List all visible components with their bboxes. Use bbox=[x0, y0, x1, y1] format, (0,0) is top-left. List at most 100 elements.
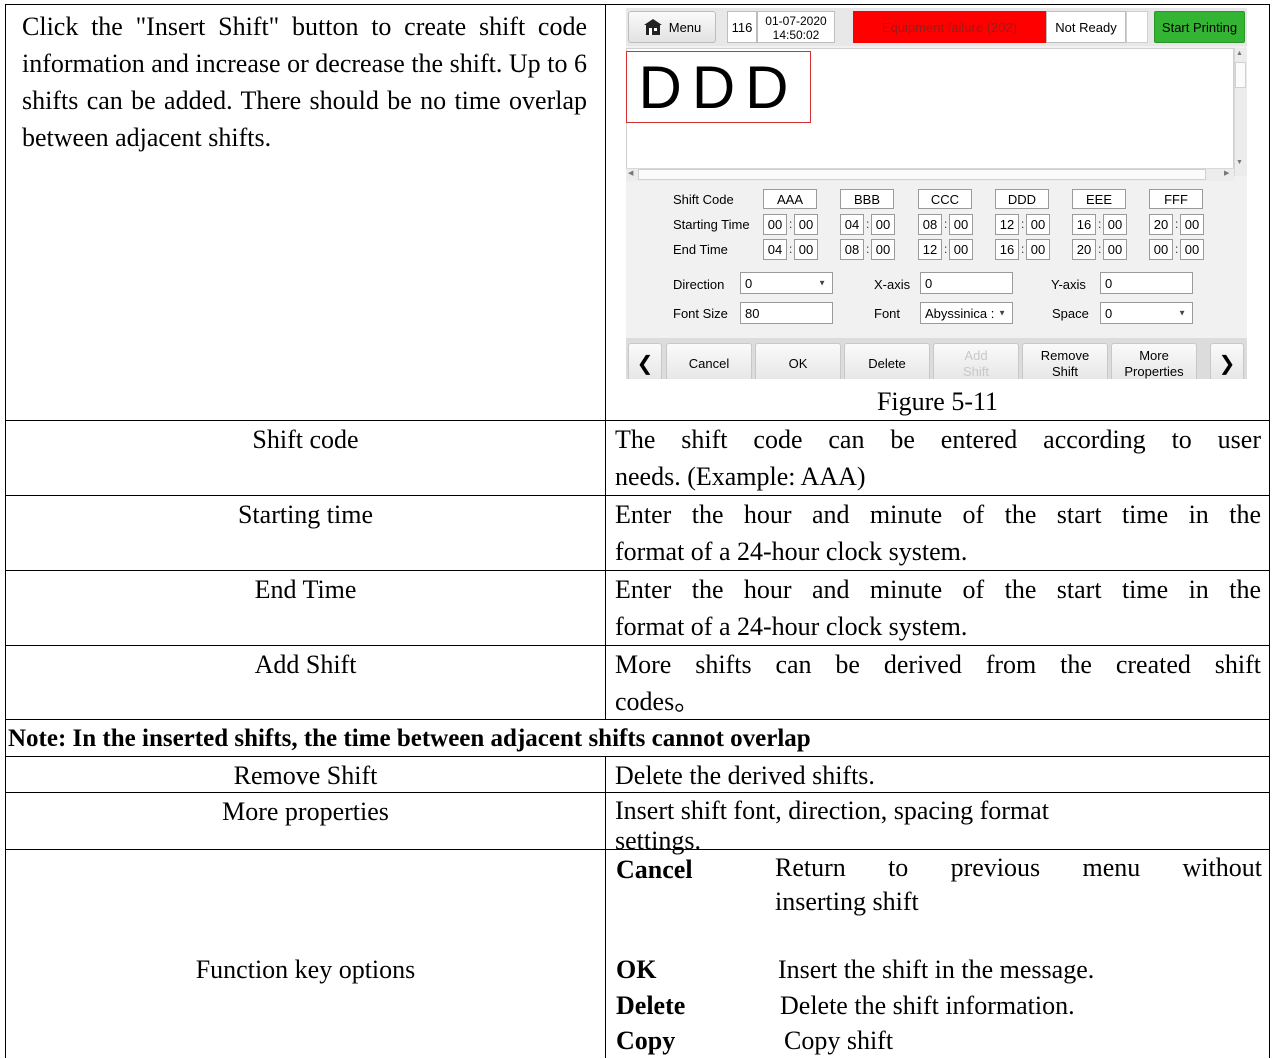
end-hour-input[interactable]: 16 bbox=[995, 239, 1019, 260]
end-time-label: End Time bbox=[673, 242, 728, 257]
shift-code-input[interactable]: DDD bbox=[995, 189, 1049, 209]
shift-code-input[interactable]: EEE bbox=[1072, 189, 1126, 209]
direction-value: 0 bbox=[745, 275, 753, 291]
desc-remove-shift: Delete the derived shifts. bbox=[615, 761, 875, 790]
end-hour-input[interactable]: 00 bbox=[1149, 239, 1173, 260]
desc-shift-code: The shift code can be entered according … bbox=[615, 421, 1261, 495]
desc-line: needs. (Example: AAA) bbox=[615, 462, 866, 491]
term-add-shift: Add Shift bbox=[254, 650, 357, 679]
desc-line: More shifts can be derived from the crea… bbox=[615, 650, 1261, 679]
time-separator: : bbox=[1098, 217, 1102, 231]
end-minute-input[interactable]: 00 bbox=[949, 239, 973, 260]
start-minute-input[interactable]: 00 bbox=[1103, 214, 1127, 235]
font-value: Abyssinica : bbox=[925, 305, 995, 321]
next-page-button[interactable]: ❯ bbox=[1210, 343, 1244, 379]
remove-shift-label-line1: Remove bbox=[1040, 348, 1090, 363]
preview-text-box[interactable]: DDD bbox=[626, 51, 811, 123]
time-separator: : bbox=[1021, 217, 1025, 231]
alert-banner[interactable]: Equipment failure (202) bbox=[853, 11, 1046, 43]
scroll-right-arrow-icon[interactable]: ▶ bbox=[1224, 169, 1229, 177]
term-remove-shift: Remove Shift bbox=[233, 761, 378, 790]
more-properties-button[interactable]: More Properties bbox=[1111, 343, 1197, 379]
scroll-down-arrow-icon[interactable]: ▼ bbox=[1236, 159, 1243, 166]
chevron-right-icon: ❯ bbox=[1218, 353, 1236, 375]
font-select[interactable]: Abyssinica : ▼ bbox=[920, 302, 1013, 324]
date-value: 01-07-2020 bbox=[765, 14, 827, 28]
time-separator: : bbox=[866, 242, 870, 256]
time-separator: : bbox=[1021, 242, 1025, 256]
more-properties-label-line1: More bbox=[1139, 348, 1169, 363]
end-hour-input[interactable]: 08 bbox=[840, 239, 864, 260]
start-minute-input[interactable]: 00 bbox=[1180, 214, 1204, 235]
menu-button[interactable]: Menu bbox=[628, 11, 716, 43]
shift-code-label: Shift Code bbox=[673, 192, 734, 207]
term-more-properties: More properties bbox=[222, 797, 389, 826]
scroll-left-arrow-icon[interactable]: ◀ bbox=[628, 169, 633, 177]
scroll-thumb[interactable] bbox=[1235, 62, 1246, 88]
shift-code-input[interactable]: CCC bbox=[918, 189, 972, 209]
space-select[interactable]: 0 ▼ bbox=[1100, 302, 1193, 324]
start-minute-input[interactable]: 00 bbox=[1026, 214, 1050, 235]
start-hour-input[interactable]: 04 bbox=[840, 214, 864, 235]
end-minute-input[interactable]: 00 bbox=[1180, 239, 1204, 260]
add-shift-label-line2: Shift bbox=[962, 364, 989, 379]
direction-select[interactable]: 0 ▼ bbox=[740, 272, 833, 294]
fontsize-input[interactable]: 80 bbox=[740, 302, 833, 324]
start-printing-button[interactable]: Start Printing bbox=[1154, 11, 1245, 43]
start-hour-input[interactable]: 16 bbox=[1072, 214, 1096, 235]
end-hour-input[interactable]: 20 bbox=[1072, 239, 1096, 260]
cancel-button[interactable]: Cancel bbox=[666, 343, 752, 379]
add-shift-button[interactable]: Add Shift bbox=[933, 343, 1019, 379]
end-minute-input[interactable]: 00 bbox=[794, 239, 818, 260]
prev-page-button[interactable]: ❮ bbox=[628, 343, 662, 379]
shift-code-input[interactable]: AAA bbox=[763, 189, 817, 209]
fk-ok-desc: Insert the shift in the message. bbox=[778, 955, 1095, 984]
chevron-down-icon: ▼ bbox=[818, 278, 826, 288]
desc-line: The shift code can be entered according … bbox=[615, 425, 1261, 454]
scroll-hthumb[interactable] bbox=[638, 169, 1206, 180]
desc-line: format of a 24-hour clock system. bbox=[615, 612, 968, 641]
end-minute-input[interactable]: 00 bbox=[871, 239, 895, 260]
ok-button[interactable]: OK bbox=[755, 343, 841, 379]
status-indicator: Not Ready bbox=[1046, 11, 1126, 43]
more-properties-label-line2: Properties bbox=[1124, 364, 1184, 379]
term-end-time: End Time bbox=[254, 575, 357, 604]
space-label: Space bbox=[1052, 306, 1089, 321]
yaxis-input[interactable]: 0 bbox=[1100, 272, 1193, 294]
shift-code-input[interactable]: FFF bbox=[1149, 189, 1203, 209]
start-hour-input[interactable]: 12 bbox=[995, 214, 1019, 235]
add-shift-label-line1: Add bbox=[964, 348, 988, 363]
end-hour-input[interactable]: 04 bbox=[763, 239, 787, 260]
column-divider bbox=[605, 4, 606, 719]
time-separator: : bbox=[1098, 242, 1102, 256]
counter-value: 116 bbox=[731, 19, 753, 35]
start-minute-input[interactable]: 00 bbox=[949, 214, 973, 235]
start-hour-input[interactable]: 00 bbox=[763, 214, 787, 235]
fk-cancel-desc: Return to previous menu without insertin… bbox=[775, 851, 1262, 919]
fk-copy-desc: Copy shift bbox=[784, 1026, 894, 1055]
scroll-up-arrow-icon[interactable]: ▲ bbox=[1236, 50, 1243, 57]
end-minute-input[interactable]: 00 bbox=[1103, 239, 1127, 260]
menu-label: Menu bbox=[668, 19, 702, 35]
shift-code-input[interactable]: BBB bbox=[840, 189, 894, 209]
time-separator: : bbox=[944, 242, 948, 256]
delete-button[interactable]: Delete bbox=[844, 343, 930, 379]
figure-caption: Figure 5-11 bbox=[876, 387, 999, 416]
desc-line: Enter the hour and minute of the start t… bbox=[615, 575, 1261, 604]
end-hour-input[interactable]: 12 bbox=[918, 239, 942, 260]
column-divider-lower bbox=[605, 756, 606, 1058]
note-text: Note: In the inserted shifts, the time b… bbox=[8, 725, 811, 752]
end-minute-input[interactable]: 00 bbox=[1026, 239, 1050, 260]
start-minute-input[interactable]: 00 bbox=[794, 214, 818, 235]
remove-shift-button[interactable]: Remove Shift bbox=[1022, 343, 1108, 379]
desc-line: Return to previous menu without bbox=[775, 853, 1262, 882]
xaxis-input[interactable]: 0 bbox=[920, 272, 1013, 294]
yaxis-value: 0 bbox=[1105, 275, 1113, 291]
start-minute-input[interactable]: 00 bbox=[871, 214, 895, 235]
start-hour-input[interactable]: 20 bbox=[1149, 214, 1173, 235]
fk-copy-key: Copy bbox=[616, 1026, 676, 1055]
table-border-right bbox=[1269, 4, 1270, 1058]
start-hour-input[interactable]: 08 bbox=[918, 214, 942, 235]
fontsize-value: 80 bbox=[745, 305, 760, 321]
printer-screenshot: Menu 116 01-07-2020 14:50:02 Equipment f… bbox=[626, 8, 1247, 379]
